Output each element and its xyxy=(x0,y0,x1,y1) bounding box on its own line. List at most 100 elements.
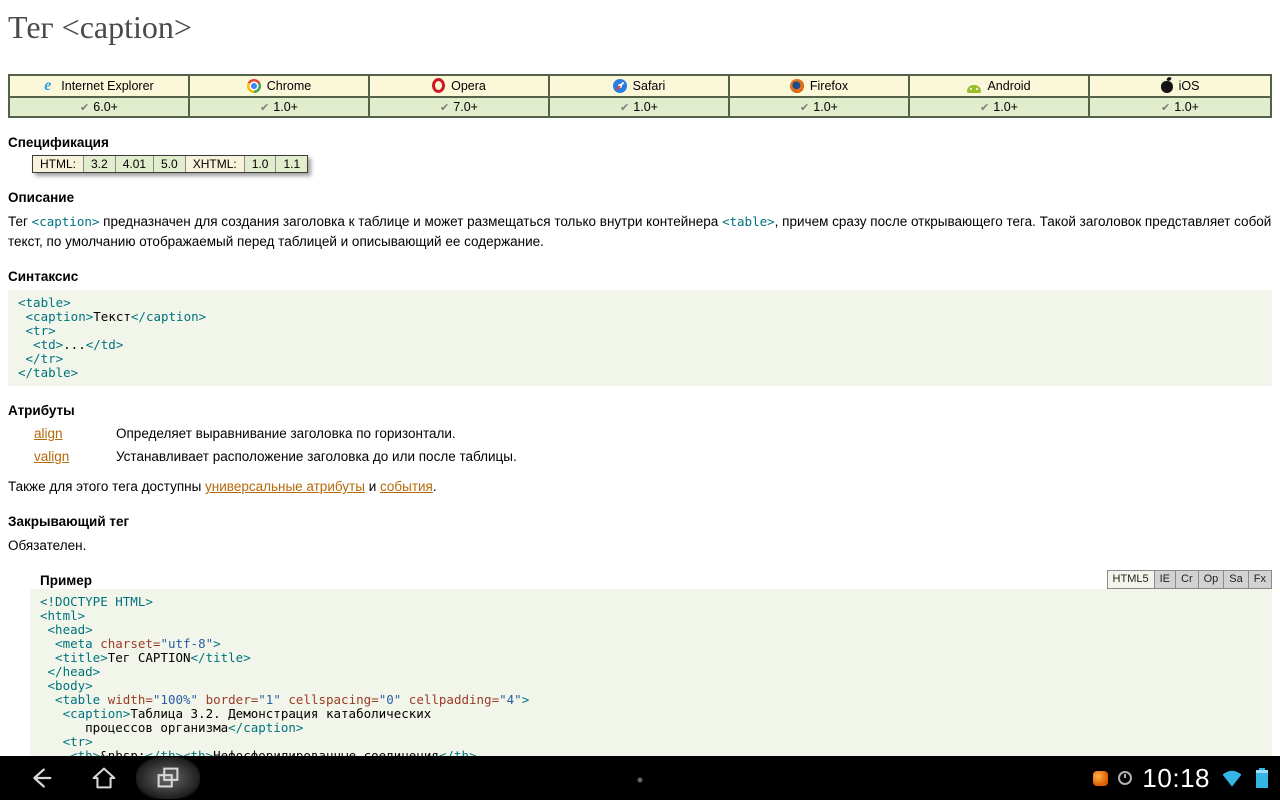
note-segment: . xyxy=(433,479,437,494)
specification-heading: Спецификация xyxy=(8,135,1280,150)
browser-version: 7.0+ xyxy=(453,100,478,114)
valign-attribute-description: Устанавливает расположение заголовка до … xyxy=(116,449,1280,464)
recent-apps-button[interactable] xyxy=(136,757,200,799)
browser-name: Firefox xyxy=(810,79,848,93)
browser-version-opera: ✔ 7.0+ xyxy=(370,98,550,116)
attributes-heading: Атрибуты xyxy=(8,403,1280,418)
attributes-note: Также для этого тега доступны универсаль… xyxy=(8,477,1272,497)
spec-xhtml-version: 1.1 xyxy=(276,156,307,172)
firefox-icon xyxy=(790,79,804,93)
home-icon xyxy=(89,763,119,793)
note-segment: Также для этого тега доступны xyxy=(8,479,205,494)
alarm-icon xyxy=(1118,771,1132,785)
tab-firefox[interactable]: Fx xyxy=(1249,570,1272,589)
tab-chrome[interactable]: Cr xyxy=(1176,570,1199,589)
home-button[interactable] xyxy=(72,757,136,799)
android-icon xyxy=(967,85,981,93)
browser-name: Opera xyxy=(451,79,486,93)
tab-ie[interactable]: IE xyxy=(1155,570,1176,589)
browser-header-chrome: Chrome xyxy=(190,76,370,98)
tab-safari[interactable]: Sa xyxy=(1224,570,1248,589)
browser-header-safari: Safari xyxy=(550,76,730,98)
syntax-heading: Синтаксис xyxy=(8,269,1280,284)
browser-header-ios: iOS xyxy=(1090,76,1270,98)
example-header: Пример HTML5 IE Cr Op Sa Fx xyxy=(30,570,1272,589)
browser-version-ie: ✔ 6.0+ xyxy=(10,98,190,116)
check-icon: ✔ xyxy=(800,101,809,114)
browser-name: Chrome xyxy=(267,79,311,93)
browser-version: 1.0+ xyxy=(273,100,298,114)
browser-name: Internet Explorer xyxy=(61,79,153,93)
description-text: Тег <caption> предназначен для создания … xyxy=(8,212,1272,252)
table-tag-link[interactable]: <table> xyxy=(722,214,775,229)
closing-tag-heading: Закрывающий тег xyxy=(8,514,1280,529)
browser-version-android: ✔ 1.0+ xyxy=(910,98,1090,116)
spec-html-version: 4.01 xyxy=(116,156,154,172)
browser-version: 1.0+ xyxy=(993,100,1018,114)
check-icon: ✔ xyxy=(620,101,629,114)
closing-tag-text: Обязателен. xyxy=(8,536,1272,556)
browser-version-firefox: ✔1.0+ xyxy=(730,98,910,116)
check-icon: ✔ xyxy=(980,101,989,114)
opera-icon xyxy=(432,78,445,93)
browser-name: Android xyxy=(987,79,1030,93)
spec-xhtml-label: XHTML: xyxy=(186,156,245,172)
browser-version-safari: ✔ 1.0+ xyxy=(550,98,730,116)
browser-version: 1.0+ xyxy=(633,100,658,114)
browser-version: 1.0+ xyxy=(1174,100,1199,114)
browser-header-opera: Opera xyxy=(370,76,550,98)
align-attribute-link[interactable]: align xyxy=(34,426,116,441)
clock: 10:18 xyxy=(1142,765,1210,791)
browser-header-firefox: Firefox xyxy=(730,76,910,98)
browser-version: 6.0+ xyxy=(93,100,118,114)
recent-apps-icon xyxy=(153,763,183,793)
notification-icon xyxy=(1093,771,1108,786)
specification-table: HTML: 3.2 4.01 5.0 XHTML: 1.0 1.1 xyxy=(32,155,308,173)
events-link[interactable]: события xyxy=(380,479,433,494)
menu-dot-icon xyxy=(638,778,643,783)
valign-attribute-link[interactable]: valign xyxy=(34,449,116,464)
status-area[interactable]: 10:18 xyxy=(1093,765,1280,791)
check-icon: ✔ xyxy=(1161,101,1170,114)
back-icon xyxy=(25,763,55,793)
browser-name: Safari xyxy=(633,79,666,93)
caption-tag-code: <caption> xyxy=(32,214,100,229)
spec-html-version: 3.2 xyxy=(84,156,116,172)
ie-icon xyxy=(44,79,55,93)
browser-version-ios: ✔ 1.0+ xyxy=(1090,98,1270,116)
syntax-code-block: <table> <caption>Текст</caption> <tr> <t… xyxy=(8,290,1272,386)
page-title: Тег <caption> xyxy=(8,8,1280,46)
description-segment: Тег xyxy=(8,214,32,229)
navigation-buttons xyxy=(0,757,200,799)
example-code-block: <!DOCTYPE HTML><html> <head> <meta chars… xyxy=(30,589,1272,779)
example-tabs: HTML5 IE Cr Op Sa Fx xyxy=(1107,570,1272,589)
example-heading: Пример xyxy=(40,573,92,588)
universal-attributes-link[interactable]: универсальные атрибуты xyxy=(205,479,365,494)
safari-icon xyxy=(613,79,627,93)
spec-xhtml-version: 1.0 xyxy=(245,156,277,172)
browser-name: iOS xyxy=(1179,79,1200,93)
tab-html5[interactable]: HTML5 xyxy=(1107,570,1155,589)
tab-opera[interactable]: Op xyxy=(1199,570,1225,589)
attributes-table: align Определяет выравнивание заголовка … xyxy=(34,426,1280,464)
check-icon: ✔ xyxy=(80,101,89,114)
description-segment: предназначен для создания заголовка к та… xyxy=(99,214,722,229)
page-content: Тег <caption> Internet Explorer Chrome O… xyxy=(0,0,1280,800)
spec-html-label: HTML: xyxy=(33,156,84,172)
note-segment: и xyxy=(365,479,380,494)
browser-header-ie: Internet Explorer xyxy=(10,76,190,98)
apple-icon xyxy=(1161,81,1173,93)
battery-icon xyxy=(1254,766,1270,790)
browser-header-android: Android xyxy=(910,76,1090,98)
description-heading: Описание xyxy=(8,190,1280,205)
back-button[interactable] xyxy=(8,757,72,799)
check-icon: ✔ xyxy=(260,101,269,114)
android-navigation-bar: 10:18 xyxy=(0,756,1280,800)
chrome-icon xyxy=(247,79,261,93)
align-attribute-description: Определяет выравнивание заголовка по гор… xyxy=(116,426,1280,441)
browser-support-table: Internet Explorer Chrome Opera Safari Fi… xyxy=(8,74,1272,118)
wifi-icon xyxy=(1220,768,1244,788)
browser-version-chrome: ✔ 1.0+ xyxy=(190,98,370,116)
spec-html-version: 5.0 xyxy=(154,156,186,172)
check-icon: ✔ xyxy=(440,101,449,114)
